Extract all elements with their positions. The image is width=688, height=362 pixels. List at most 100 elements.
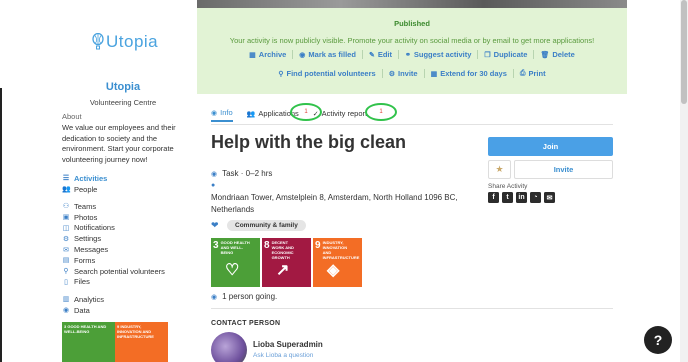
- published-status: Published: [394, 19, 430, 28]
- linkedin-icon[interactable]: in: [516, 192, 527, 203]
- invite-action[interactable]: ⚙ Invite: [381, 69, 424, 78]
- sidebar-item-people[interactable]: 👥 People: [62, 184, 190, 195]
- whatsapp-icon[interactable]: ◔: [530, 192, 541, 203]
- suggest-icon: ⚭: [404, 51, 411, 59]
- sidebar-item-messages[interactable]: ✉ Messages: [62, 244, 190, 255]
- applications-count-badge: 1: [290, 103, 322, 121]
- hero-image: [197, 0, 627, 8]
- sidebar-item-data[interactable]: ◉ Data: [62, 305, 190, 316]
- cubes-icon: ◈: [327, 262, 340, 279]
- activity-type-text: Task · 0–2 hrs: [222, 169, 273, 178]
- action-label: Find potential volunteers: [286, 69, 376, 78]
- sdg-tile-8[interactable]: 8 DECENT WORK AND ECONOMIC GROWTH ↗: [262, 238, 311, 287]
- find-potential-volunteers-action[interactable]: ⚲ Find potential volunteers: [272, 69, 381, 78]
- search-icon: ⚲: [278, 70, 284, 78]
- sidebar-item-settings[interactable]: ⚙ Settings: [62, 233, 190, 244]
- contact-heading: CONTACT PERSON: [211, 320, 281, 327]
- action-label: Delete: [552, 50, 575, 59]
- extend-for-30-days-action[interactable]: ▦ Extend for 30 days: [423, 69, 513, 78]
- sdg-number: 8: [264, 240, 270, 251]
- sidebar-item-label: Settings: [74, 234, 102, 244]
- sidebar-item-label: Activities: [74, 173, 108, 183]
- duplicate-action[interactable]: ❐ Duplicate: [477, 50, 533, 59]
- tab-info[interactable]: ◉ Info: [211, 108, 233, 122]
- action-label: Mark as filled: [308, 50, 356, 59]
- avatar[interactable]: [211, 332, 247, 362]
- action-label: Duplicate: [493, 50, 528, 59]
- scrollbar-thumb[interactable]: [681, 0, 687, 104]
- archive-action[interactable]: ▦ Archive: [243, 50, 292, 59]
- analytics-icon: ▥: [62, 296, 70, 304]
- tab-divider: [211, 124, 613, 125]
- balloon-icon: [92, 33, 104, 50]
- facebook-icon[interactable]: f: [488, 192, 499, 203]
- left-gutter: [0, 88, 2, 362]
- invite-icon: ⚙: [388, 70, 395, 78]
- sidebar-menu-tertiary: ▥ Analytics ◉ Data: [62, 294, 190, 316]
- edit-action[interactable]: ✎ Edit: [361, 50, 398, 59]
- sidebar-item-teams[interactable]: ⚇ Teams: [62, 201, 190, 212]
- sidebar-item-photos[interactable]: ▣ Photos: [62, 212, 190, 223]
- sidebar-item-activities[interactable]: ☰ Activities: [62, 173, 190, 184]
- banner-actions-row-2: ⚲ Find potential volunteers ⚙ Invite ▦ Extend…: [197, 69, 627, 78]
- print-icon: ⎙: [519, 69, 526, 77]
- check-circle-icon: ◉: [299, 51, 306, 59]
- contact-name[interactable]: Lioba Superadmin: [253, 340, 323, 349]
- activity-report-count-badge: 1: [365, 103, 397, 121]
- teams-icon: ⚇: [62, 203, 70, 211]
- sdg-caption: DECENT WORK AND ECONOMIC GROWTH: [271, 240, 294, 260]
- sdg-tile-9[interactable]: 9 INDUSTRY, INNOVATION AND INFRASTRUCTURE…: [313, 238, 362, 287]
- sdg-caption: INDUSTRY, INNOVATION AND INFRASTRUCTURE: [322, 240, 360, 260]
- email-icon[interactable]: ✉: [544, 192, 555, 203]
- star-icon: ★: [495, 164, 504, 174]
- sidebar: Utopia Utopia Volunteering Centre About …: [56, 0, 190, 362]
- task-icon: ◉: [211, 170, 218, 178]
- going-count: ◉ 1 person going.: [211, 292, 277, 301]
- check-circle-icon: ◉: [211, 293, 218, 301]
- sidebar-item-label: People: [74, 184, 98, 194]
- edit-icon: ✎: [368, 51, 375, 59]
- files-icon: ▯: [64, 278, 68, 286]
- sidebar-item-files[interactable]: ▯ Files: [62, 277, 190, 288]
- notifications-icon: ◫: [62, 224, 70, 232]
- activity-tabs: ◉ Info 👥 Applications ✓ Activity report: [211, 108, 367, 122]
- share-heading: Share Activity: [488, 183, 528, 190]
- sidebar-item-label: Files: [74, 277, 90, 287]
- messages-icon: ✉: [63, 246, 69, 254]
- category-tag[interactable]: Community & family: [227, 220, 306, 231]
- sidebar-item-label: Data: [74, 305, 90, 315]
- published-message: Your activity is now publicly visible. P…: [229, 36, 595, 45]
- ask-question-link[interactable]: Ask Lioba a question: [253, 352, 313, 359]
- invite-button[interactable]: Invite: [514, 160, 613, 179]
- tab-label: Activity report: [321, 109, 368, 118]
- location-pin-icon: ●: [211, 182, 216, 189]
- trash-icon: 🗑: [540, 51, 550, 59]
- help-button[interactable]: ?: [644, 326, 672, 354]
- sidebar-item-label: Analytics: [74, 294, 105, 304]
- sdg-mini-tile: 9 INDUSTRY, INNOVATION AND INFRASTRUCTUR…: [115, 322, 168, 362]
- sidebar-item-notifications[interactable]: ◫ Notifications: [62, 223, 190, 234]
- org-name[interactable]: Utopia: [56, 81, 190, 93]
- sidebar-item-search-potential-volunteers[interactable]: ⚲ Search potential volunteers: [62, 266, 190, 277]
- print-action[interactable]: ⎙ Print: [512, 69, 552, 78]
- info-icon: ◉: [211, 109, 218, 117]
- scrollbar[interactable]: [680, 0, 688, 362]
- forms-icon: ▤: [62, 257, 70, 265]
- delete-action[interactable]: 🗑 Delete: [533, 50, 580, 59]
- logo[interactable]: Utopia: [92, 32, 158, 52]
- mark-as-filled-action[interactable]: ◉ Mark as filled: [292, 50, 362, 59]
- sidebar-item-forms[interactable]: ▤ Forms: [62, 255, 190, 266]
- twitter-icon[interactable]: t: [502, 192, 513, 203]
- join-button[interactable]: Join: [488, 137, 613, 156]
- action-label: Extend for 30 days: [440, 69, 507, 78]
- sdg-number: 9: [315, 240, 321, 251]
- action-label: Archive: [258, 50, 287, 59]
- sdg-tile-3[interactable]: 3 GOOD HEALTH AND WELL-BEING ♡: [211, 238, 260, 287]
- published-banner: Published Your activity is now publicly …: [197, 8, 627, 94]
- sidebar-item-analytics[interactable]: ▥ Analytics: [62, 294, 190, 305]
- suggest-activity-action[interactable]: ⚭ Suggest activity: [397, 50, 477, 59]
- sdg-number: 3: [213, 240, 219, 251]
- calendar-icon: ▦: [430, 70, 438, 78]
- favorite-star-button[interactable]: ★: [488, 160, 511, 179]
- tab-label: Info: [220, 108, 233, 117]
